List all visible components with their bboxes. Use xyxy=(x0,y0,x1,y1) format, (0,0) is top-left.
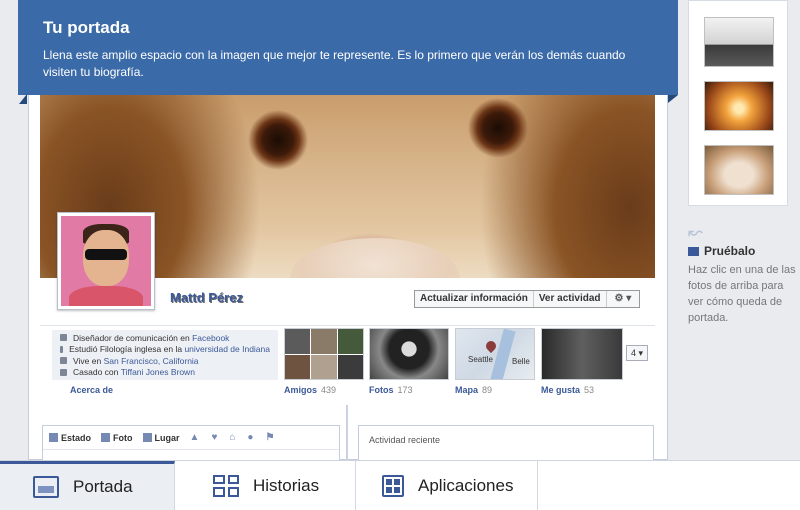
cover-suggestions-panel xyxy=(688,0,788,206)
likes-label[interactable]: Me gusta 53 xyxy=(541,385,594,395)
photos-label[interactable]: Fotos 173 xyxy=(369,385,413,395)
stories-grid-icon xyxy=(213,474,239,497)
friend-thumb xyxy=(311,354,337,379)
life-event-home-icon[interactable]: ⌂ xyxy=(229,432,235,443)
composer: Estado Foto Lugar ▲ ♥ ⌂ ● ⚑ xyxy=(42,425,340,465)
recent-activity: Actividad reciente xyxy=(358,425,654,465)
tab-stories-label: Historias xyxy=(253,475,320,495)
tab-status[interactable]: Estado xyxy=(49,433,91,443)
friends-count: 439 xyxy=(321,385,337,395)
info-work-text: Diseñador de comunicación en xyxy=(73,332,190,343)
photos-count: 173 xyxy=(397,385,413,395)
person-pin-icon xyxy=(142,433,152,442)
apps-grid-icon xyxy=(382,474,404,497)
map-city-label: Belle xyxy=(512,357,530,366)
life-event-work-icon[interactable]: ▲ xyxy=(190,432,200,443)
map-tile[interactable]: Seattle Belle xyxy=(455,328,535,380)
try-it-title: Pruébalo xyxy=(704,244,756,258)
try-it-text: Haz clic en una de las fotos de arriba p… xyxy=(688,264,796,324)
settings-gear-button[interactable]: ⚙ ▾ xyxy=(607,291,640,307)
tab-photo-label: Foto xyxy=(113,432,133,443)
friends-label[interactable]: Amigos 439 xyxy=(284,385,336,395)
cover-image-icon xyxy=(33,476,59,498)
photos-label-text: Fotos xyxy=(369,385,394,395)
friend-thumb xyxy=(337,354,363,379)
info-home-text: Vive en xyxy=(73,355,102,366)
info-study-text: Estudió Filología inglesa en la xyxy=(69,344,183,355)
dog-snout xyxy=(290,238,460,278)
camera-icon xyxy=(101,433,111,442)
home-icon xyxy=(60,357,67,365)
info-study-link[interactable]: universidad de Indiana xyxy=(184,344,270,354)
pencil-icon xyxy=(49,433,58,442)
info-home-link[interactable]: San Francisco, California xyxy=(104,356,199,366)
friends-label-text: Amigos xyxy=(284,385,318,395)
map-count: 89 xyxy=(482,385,493,395)
tab-stories[interactable]: Historias xyxy=(175,461,356,510)
composer-tabs: Estado Foto Lugar ▲ ♥ ⌂ ● ⚑ xyxy=(43,426,339,450)
recent-activity-title: Actividad reciente xyxy=(369,435,441,445)
profile-name[interactable]: Mattd Pérez xyxy=(170,290,243,305)
life-event-heart-icon[interactable]: ♥ xyxy=(211,432,217,443)
map-pin-icon xyxy=(483,338,499,354)
try-it-heading: Pruébalo xyxy=(688,244,755,258)
bottom-nav: Portada Historias Aplicaciones xyxy=(0,460,800,510)
friend-thumb xyxy=(285,329,311,354)
avatar-sunglasses xyxy=(85,249,127,260)
briefcase-icon xyxy=(60,334,67,342)
profile-info: Diseñador de comunicación en Facebook Es… xyxy=(52,330,278,380)
friend-thumb xyxy=(285,354,311,379)
cover-suggestion-thumb[interactable] xyxy=(704,81,774,131)
friends-tile[interactable] xyxy=(284,328,364,380)
friend-thumb xyxy=(311,329,337,354)
avatar-image xyxy=(61,216,151,306)
info-relationship-text: Casado con xyxy=(73,367,119,378)
cover-suggestion-thumb[interactable] xyxy=(704,145,774,195)
avatar[interactable] xyxy=(57,212,155,310)
curved-arrow-icon: ↜ xyxy=(688,222,704,242)
cover-suggestion-thumb[interactable] xyxy=(704,17,774,67)
likes-label-text: Me gusta xyxy=(541,385,581,395)
photos-tile[interactable] xyxy=(369,328,449,380)
avatar-shirt xyxy=(69,286,143,306)
cover-tip-banner: Tu portada Llena este amplio espacio con… xyxy=(18,0,678,103)
life-event-flag-icon[interactable]: ⚑ xyxy=(265,432,274,443)
info-work: Diseñador de comunicación en Facebook xyxy=(60,332,270,344)
timeline-divider xyxy=(346,405,348,460)
tab-apps[interactable]: Aplicaciones xyxy=(356,461,538,510)
cover-icon xyxy=(688,246,699,256)
info-home: Vive en San Francisco, California xyxy=(60,355,270,367)
info-relationship-link[interactable]: Tiffani Jones Brown xyxy=(121,367,195,377)
view-activity-button[interactable]: Ver actividad xyxy=(534,291,607,307)
about-link[interactable]: Acerca de xyxy=(70,385,113,395)
tab-place-label: Lugar xyxy=(154,432,180,443)
more-sections-button[interactable]: 4 ▾ xyxy=(626,345,648,361)
map-label[interactable]: Mapa 89 xyxy=(455,385,492,395)
map-label-text: Mapa xyxy=(455,385,479,395)
map-city-label: Seattle xyxy=(468,355,493,364)
likes-tile[interactable] xyxy=(541,328,623,380)
tab-status-label: Estado xyxy=(61,432,92,443)
tab-photo[interactable]: Foto xyxy=(101,433,133,443)
banner-description: Llena este amplio espacio con la imagen … xyxy=(43,48,626,79)
likes-count: 53 xyxy=(584,385,595,395)
tab-cover[interactable]: Portada xyxy=(0,461,175,510)
update-info-button[interactable]: Actualizar información xyxy=(415,291,534,307)
tab-apps-label: Aplicaciones xyxy=(418,475,514,495)
graduation-icon xyxy=(60,345,64,353)
life-event-health-icon[interactable]: ● xyxy=(247,432,253,443)
tab-cover-label: Portada xyxy=(73,477,133,496)
info-study: Estudió Filología inglesa en la universi… xyxy=(60,344,270,356)
heart-icon xyxy=(60,368,67,376)
friend-thumb xyxy=(337,329,363,354)
info-relationship: Casado con Tiffani Jones Brown xyxy=(60,367,270,379)
info-work-link[interactable]: Facebook xyxy=(192,333,229,343)
tab-place[interactable]: Lugar xyxy=(142,432,180,443)
banner-title: Tu portada xyxy=(43,18,130,37)
profile-actions: Actualizar información Ver actividad ⚙ ▾ xyxy=(414,290,641,308)
